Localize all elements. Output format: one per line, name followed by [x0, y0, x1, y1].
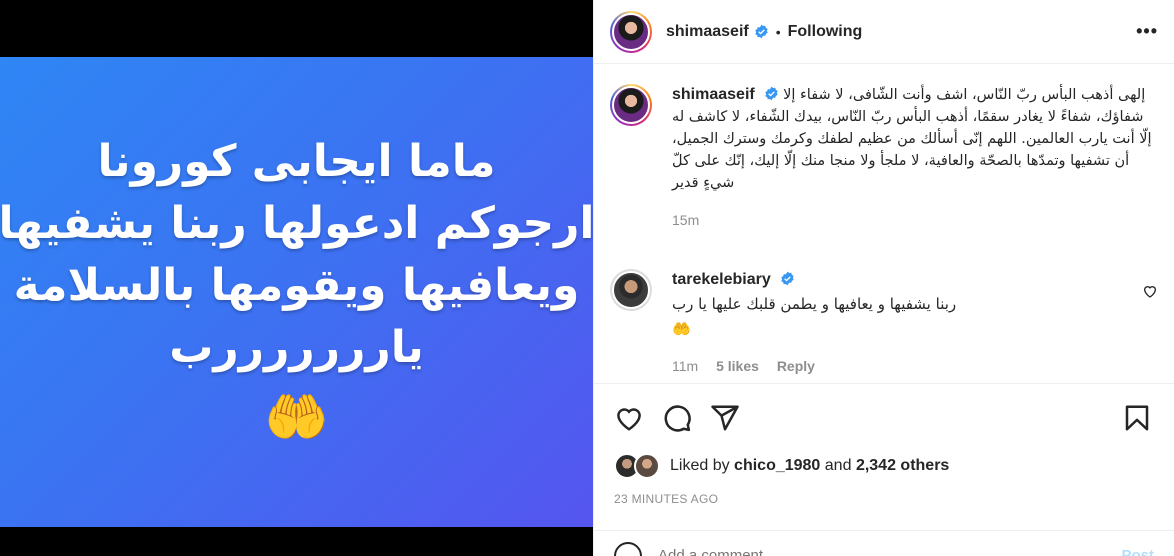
verified-badge-icon — [765, 86, 778, 101]
comment-like-icon[interactable] — [1142, 283, 1158, 299]
post-timestamp[interactable]: 23 MINUTES AGO — [614, 492, 718, 506]
caption-meta: 15m — [672, 210, 1158, 231]
comment-likes[interactable]: 5 likes — [716, 358, 759, 374]
save-bookmark-icon[interactable] — [1122, 403, 1152, 433]
liked-and-label: and — [824, 457, 852, 474]
liker-avatar[interactable] — [634, 453, 660, 479]
verified-badge-icon — [755, 24, 768, 39]
following-button[interactable]: Following — [788, 23, 863, 41]
liked-others-count[interactable]: 2,342 others — [856, 457, 949, 475]
more-options-icon[interactable]: ••• — [1136, 21, 1158, 42]
emoji-icon[interactable] — [614, 541, 642, 556]
commenter-username[interactable]: tarekelebiary — [672, 271, 771, 288]
post-button[interactable]: Post — [1121, 547, 1154, 556]
author-username[interactable]: shimaaseif — [666, 23, 749, 41]
comment-emoji: 🤲 — [672, 320, 691, 338]
post-image[interactable]: ماما ايجابى كورونا ارجوكم ادعولها ربنا ي… — [0, 57, 593, 527]
verified-badge-icon — [781, 271, 794, 286]
add-comment-bar: Post — [594, 530, 1174, 556]
comment-meta: 11m 5 likes Reply — [672, 356, 1134, 377]
caption-time[interactable]: 15m — [672, 212, 699, 228]
comment-text: ربنا يشفيها و يعافيها و يطمن قلبك عليها … — [672, 295, 957, 313]
image-text-line-2: ارجوكم ادعولها ربنا يشفيها — [0, 198, 593, 249]
caption-avatar[interactable] — [610, 84, 652, 126]
likes-summary: Liked by chico_1980 and 2,342 others — [614, 453, 949, 479]
like-icon[interactable] — [614, 403, 644, 433]
commenter-avatar[interactable] — [610, 269, 652, 311]
comment-icon[interactable] — [662, 403, 692, 433]
post-actions — [594, 398, 1174, 438]
share-icon[interactable] — [710, 403, 740, 433]
image-text-line-1: ماما ايجابى كورونا — [97, 136, 496, 187]
image-text-line-4: يارررررررب — [169, 322, 424, 373]
post-header: shimaaseif • Following ••• — [594, 0, 1174, 64]
comment-item: tarekelebiary ربنا يشفيها و يعافيها و يط… — [610, 269, 1158, 377]
liker-avatars — [614, 453, 660, 479]
comment-time[interactable]: 11m — [672, 358, 698, 374]
reply-button[interactable]: Reply — [777, 358, 815, 374]
image-text-line-3: ويعافيها ويقومها بالسلامة — [13, 260, 580, 311]
caption-username[interactable]: shimaaseif — [672, 86, 755, 103]
comment-input[interactable] — [658, 547, 1122, 556]
praying-hands-emoji: 🤲 — [264, 389, 329, 447]
author-avatar[interactable] — [610, 10, 652, 53]
liked-by-user[interactable]: chico_1980 — [734, 457, 820, 475]
comments-section[interactable]: shimaaseif إلهى أذهب البأس ربّ النّاس، ا… — [594, 64, 1174, 384]
post-media: ماما ايجابى كورونا ارجوكم ادعولها ربنا ي… — [0, 0, 593, 556]
caption: shimaaseif إلهى أذهب البأس ربّ النّاس، ا… — [610, 84, 1158, 231]
header-separator: • — [775, 23, 781, 40]
post-details-panel: shimaaseif • Following ••• shimaaseif إل… — [593, 0, 1174, 556]
liked-by-label: Liked by — [670, 457, 730, 474]
